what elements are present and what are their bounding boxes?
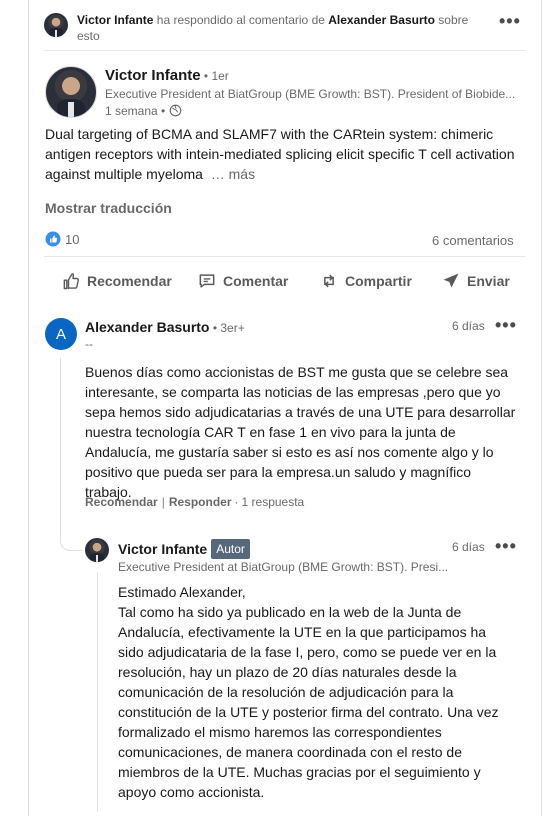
comment-actions: Recomendar | Responder · 1 respuesta bbox=[85, 495, 305, 509]
repost-button[interactable]: Compartir bbox=[319, 271, 412, 291]
see-more-link[interactable]: … más bbox=[211, 166, 255, 182]
send-label: Enviar bbox=[467, 273, 510, 289]
repost-icon bbox=[324, 274, 334, 288]
show-translation-link[interactable]: Mostrar traducción bbox=[45, 200, 172, 216]
reply-author-headline: Executive President at BiatGroup (BME Gr… bbox=[118, 560, 448, 574]
post-menu-button[interactable]: ••• bbox=[499, 12, 521, 30]
replies-count-link[interactable]: 1 respuesta bbox=[242, 495, 305, 509]
reactions-number: 10 bbox=[65, 231, 80, 247]
avatar-letter: A bbox=[55, 325, 66, 343]
like-reaction-icon bbox=[45, 231, 61, 247]
reply-author-avatar[interactable] bbox=[85, 538, 109, 562]
send-button[interactable]: Enviar bbox=[441, 271, 510, 291]
comment-label: Comentar bbox=[223, 273, 289, 289]
comment-icon bbox=[199, 274, 215, 288]
commenter-degree: • 3er+ bbox=[209, 321, 245, 335]
thread-line bbox=[60, 358, 61, 518]
reactions-count[interactable]: 10 bbox=[45, 231, 79, 247]
reply-greeting: Estimado Alexander, bbox=[118, 584, 246, 600]
reply-menu-button[interactable]: ••• bbox=[495, 537, 517, 555]
activity-tail-2: esto bbox=[77, 29, 100, 43]
post-author-block: Victor Infante • 1er Executive President… bbox=[105, 66, 525, 120]
repost-label: Compartir bbox=[345, 273, 412, 289]
comment-like-button[interactable]: Recomendar bbox=[85, 495, 158, 509]
comment-time: 6 días bbox=[452, 319, 485, 333]
divider bbox=[44, 50, 526, 51]
thumbs-up-icon bbox=[63, 273, 80, 290]
like-label: Recomendar bbox=[87, 273, 172, 289]
comment-text: Buenos días como accionistas de BST me g… bbox=[85, 364, 516, 500]
reply-author-name[interactable]: Victor Infante bbox=[118, 541, 207, 557]
thread-line bbox=[97, 572, 98, 812]
divider bbox=[44, 256, 526, 257]
activity-actor-name[interactable]: Victor Infante bbox=[77, 13, 153, 27]
feed-post-card: Victor Infante ha respondido al comentar… bbox=[28, 0, 542, 816]
reply-text: Estimado Alexander, Tal como ha sido ya … bbox=[118, 582, 510, 802]
comments-count-link[interactable]: 6 comentarios bbox=[432, 233, 514, 248]
post-text: Dual targeting of BCMA and SLAMF7 with t… bbox=[45, 124, 527, 184]
post-author-name[interactable]: Victor Infante bbox=[105, 67, 201, 84]
reply-body: Tal como ha sido ya publicado en la web … bbox=[118, 604, 499, 800]
commenter-headline: -- bbox=[85, 337, 93, 351]
comment-button[interactable]: Comentar bbox=[197, 271, 288, 291]
commenter-avatar[interactable]: A bbox=[45, 318, 77, 350]
author-badge: Autor bbox=[211, 539, 250, 559]
send-icon bbox=[443, 273, 459, 288]
activity-target-name[interactable]: Alexander Basurto bbox=[328, 13, 435, 27]
post-body: Dual targeting of BCMA and SLAMF7 with t… bbox=[45, 126, 515, 182]
post-time: 1 semana • bbox=[105, 104, 169, 118]
globe-icon bbox=[169, 104, 181, 117]
reply-header: Victor Infante Autor Executive President … bbox=[118, 539, 448, 575]
activity-actor-avatar[interactable] bbox=[44, 13, 68, 37]
post-author-degree: • 1er bbox=[200, 69, 229, 83]
post-author-avatar[interactable] bbox=[45, 66, 97, 118]
reply-time: 6 días bbox=[452, 540, 485, 554]
reply-connector bbox=[60, 518, 83, 551]
comment-menu-button[interactable]: ••• bbox=[495, 316, 517, 334]
activity-verb: ha respondido al comentario de bbox=[153, 13, 329, 27]
post-author-headline: Executive President at BiatGroup (BME Gr… bbox=[105, 87, 516, 101]
commenter-name[interactable]: Alexander Basurto bbox=[85, 319, 209, 335]
like-button[interactable]: Recomendar bbox=[61, 271, 172, 291]
activity-header: Victor Infante ha respondido al comentar… bbox=[77, 12, 477, 44]
activity-tail: sobre bbox=[434, 13, 469, 27]
comment-reply-button[interactable]: Responder bbox=[169, 495, 232, 509]
